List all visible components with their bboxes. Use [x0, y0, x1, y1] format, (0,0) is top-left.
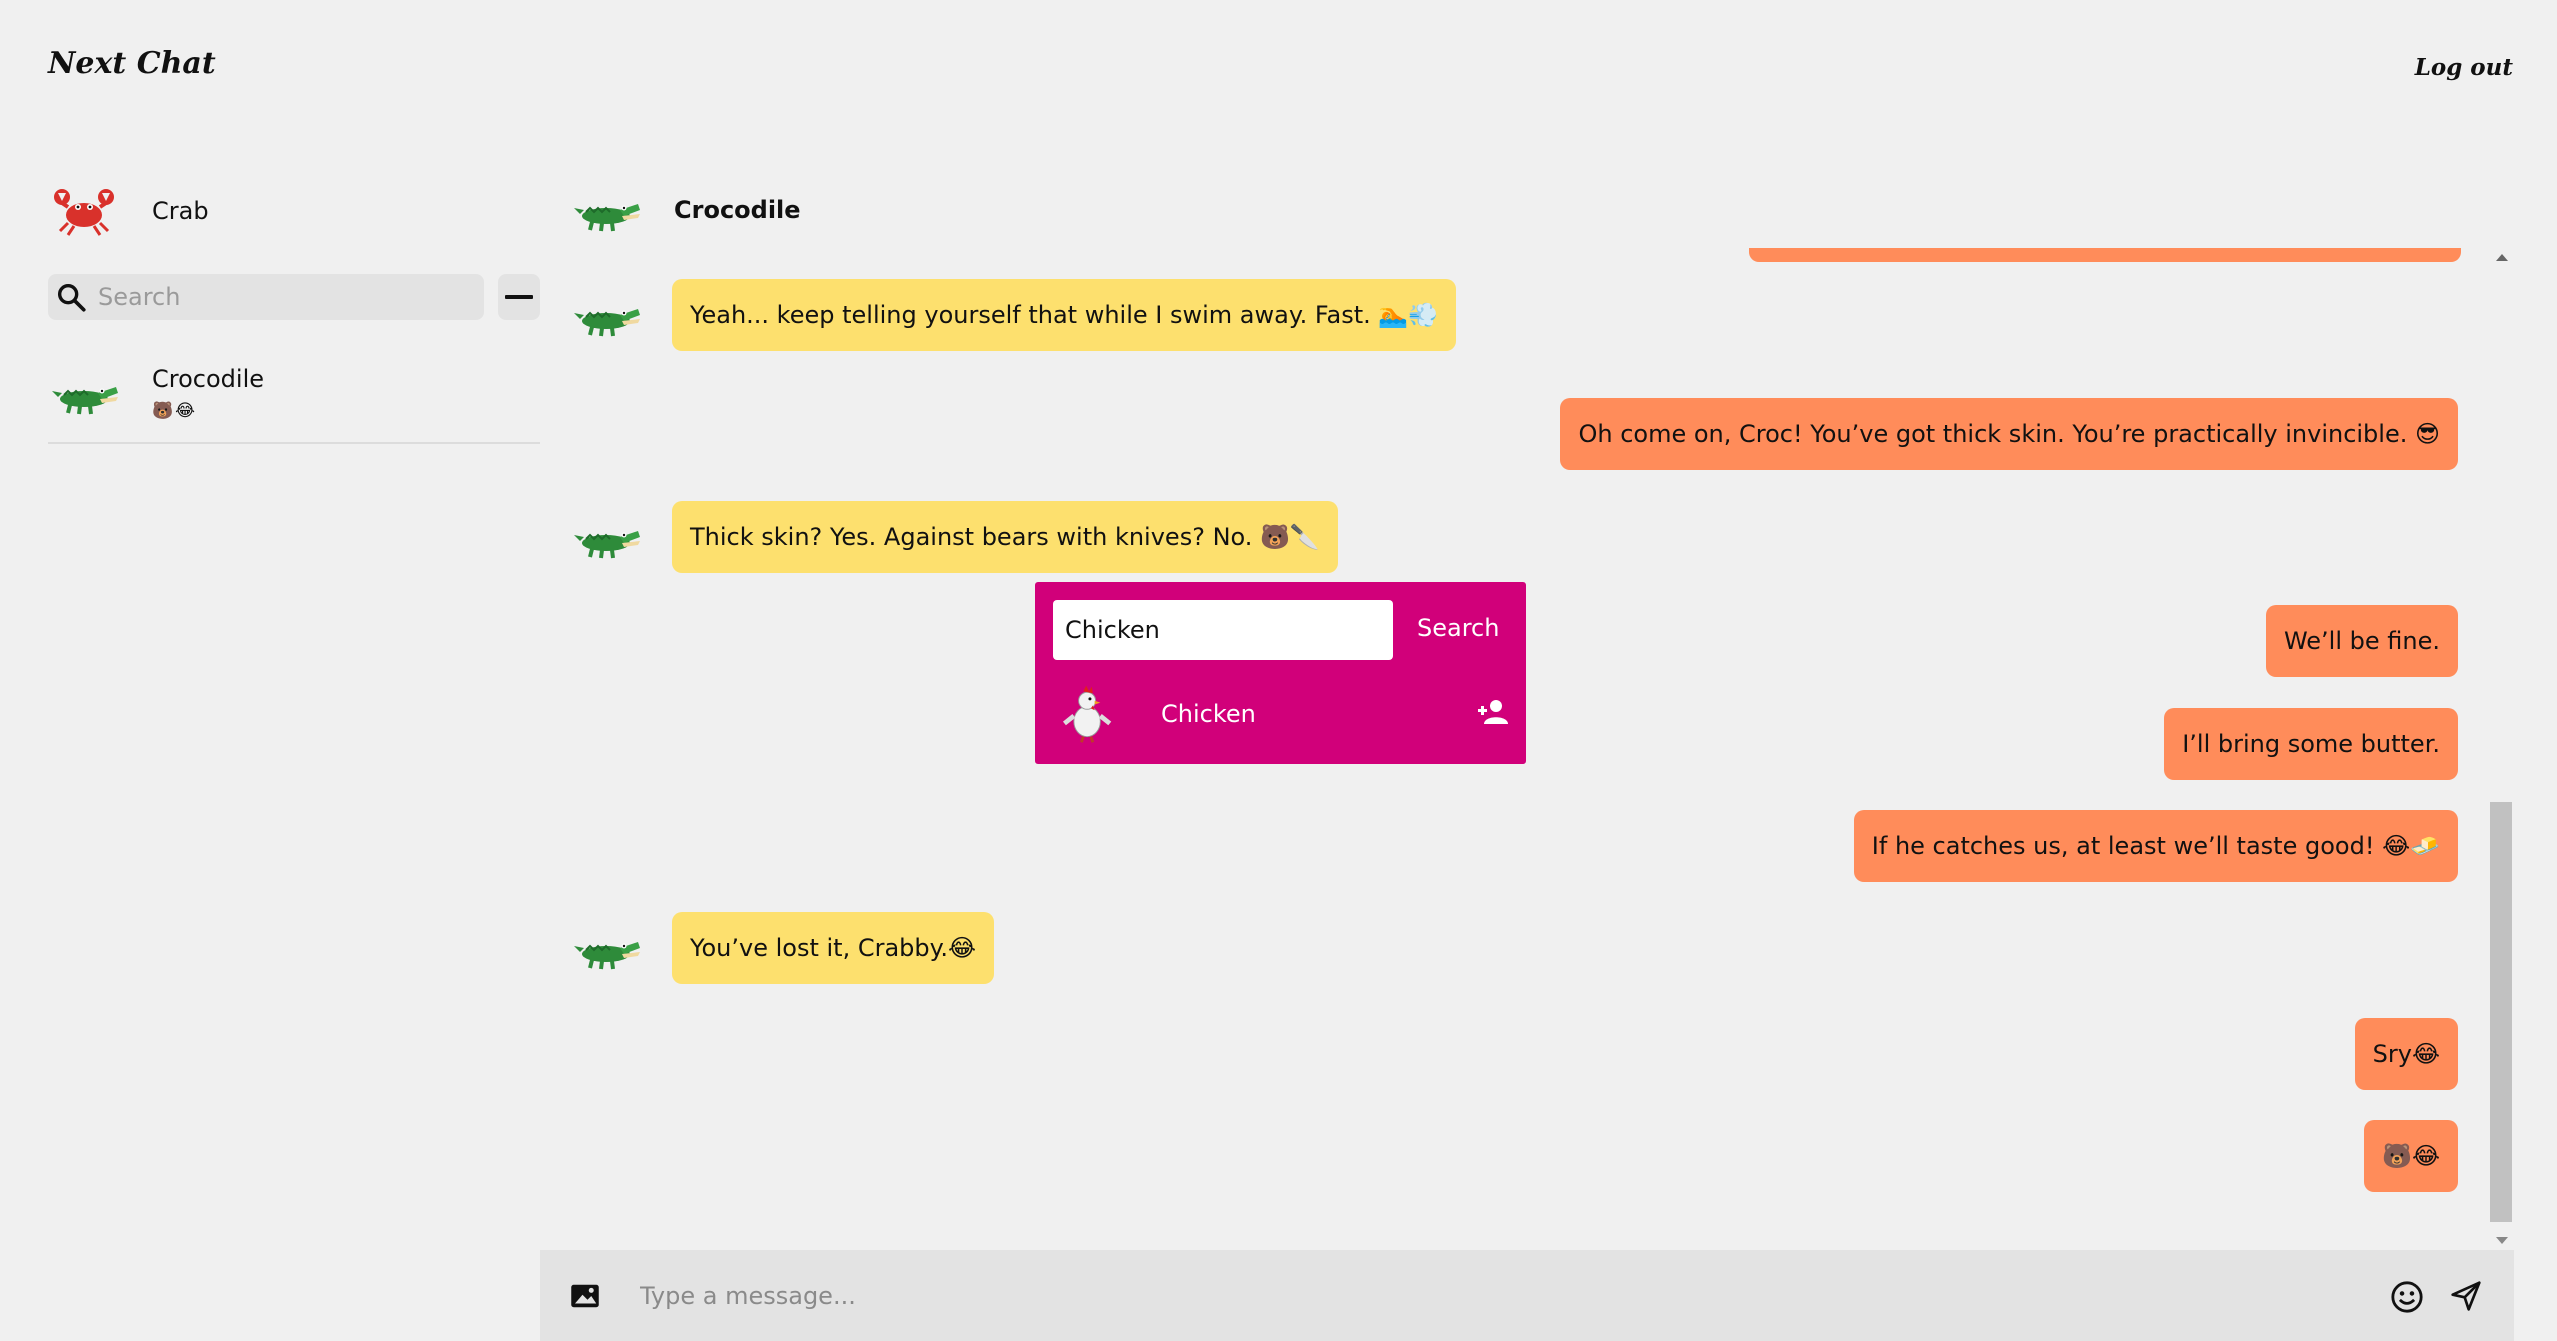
- message-bubble: I’ll bring some butter.: [2164, 708, 2458, 780]
- crocodile-avatar: [570, 912, 642, 984]
- scroll-thumb[interactable]: [2490, 802, 2512, 1222]
- message-bubble: Sry😂: [2354, 1018, 2458, 1090]
- add-contact-search-input[interactable]: [1053, 600, 1393, 660]
- add-contact-popup: Search Chicken: [1035, 582, 1526, 764]
- message-outgoing: We’ll be fine.: [2265, 605, 2458, 677]
- app-title: Next Chat: [48, 46, 216, 81]
- crocodile-avatar: [570, 279, 642, 351]
- current-user-name: Crab: [152, 197, 209, 225]
- image-icon[interactable]: [570, 1282, 600, 1310]
- message-outgoing: Sry😂: [2354, 1018, 2458, 1090]
- message-outgoing: If he catches us, at least we’ll taste g…: [1853, 810, 2458, 882]
- contact-search-input[interactable]: [98, 283, 468, 311]
- search-result-item: Chicken: [1055, 674, 1256, 754]
- chicken-avatar: [1055, 680, 1123, 748]
- message-bubble-partial: [1749, 248, 2461, 262]
- message-outgoing: 🐻😂: [2364, 1120, 2458, 1192]
- message-list: Yeah... keep telling yourself that while…: [540, 248, 2540, 1248]
- collapse-search-button[interactable]: [498, 274, 540, 320]
- message-bubble: We’ll be fine.: [2265, 605, 2458, 677]
- chat-header: Crocodile: [570, 172, 801, 248]
- message-outgoing: Oh come on, Croc! You’ve got thick skin.…: [1560, 398, 2458, 470]
- send-icon[interactable]: [2450, 1280, 2482, 1312]
- top-bar: Next Chat Log out: [0, 0, 2557, 136]
- contact-search-box: [48, 274, 484, 320]
- message-input[interactable]: [640, 1272, 2340, 1320]
- message-bubble: Thick skin? Yes. Against bears with kniv…: [672, 501, 1338, 573]
- emoji-icon[interactable]: [2390, 1280, 2424, 1314]
- sidebar: Crab Crocodile 🐻😂: [48, 170, 540, 444]
- crab-avatar: [48, 175, 120, 247]
- contact-last-message: 🐻😂: [152, 401, 198, 421]
- message-bubble: If he catches us, at least we’ll taste g…: [1853, 810, 2458, 882]
- message-bubble: 🐻😂: [2364, 1120, 2458, 1192]
- contact-item-crocodile[interactable]: Crocodile 🐻😂: [48, 344, 540, 444]
- crocodile-avatar: [48, 357, 120, 429]
- minus-icon: [505, 295, 533, 299]
- contact-search-row: [48, 274, 540, 320]
- logout-button[interactable]: Log out: [2415, 54, 2513, 81]
- contact-name: Crocodile: [152, 365, 264, 393]
- chat-contact-name: Crocodile: [674, 196, 801, 224]
- crocodile-avatar: [570, 174, 642, 246]
- search-result-name: Chicken: [1161, 700, 1256, 728]
- add-user-icon[interactable]: [1475, 694, 1511, 730]
- crocodile-avatar: [570, 501, 642, 573]
- message-composer: [540, 1250, 2514, 1341]
- message-outgoing: I’ll bring some butter.: [2164, 708, 2458, 780]
- message-incoming: Yeah... keep telling yourself that while…: [570, 279, 1457, 351]
- message-bubble: Oh come on, Croc! You’ve got thick skin.…: [1560, 398, 2458, 470]
- message-bubble: You’ve lost it, Crabby.😂: [672, 912, 995, 984]
- message-bubble: Yeah... keep telling yourself that while…: [672, 279, 1457, 351]
- message-incoming: Thick skin? Yes. Against bears with kniv…: [570, 501, 1338, 573]
- message-scrollbar[interactable]: [2490, 248, 2514, 1244]
- search-icon: [57, 283, 86, 312]
- message-incoming: You’ve lost it, Crabby.😂: [570, 912, 995, 984]
- add-contact-search-button[interactable]: Search: [1417, 614, 1499, 642]
- current-user: Crab: [48, 170, 540, 252]
- scroll-up-arrow-icon[interactable]: [2496, 254, 2508, 261]
- scroll-down-arrow-icon[interactable]: [2496, 1237, 2508, 1244]
